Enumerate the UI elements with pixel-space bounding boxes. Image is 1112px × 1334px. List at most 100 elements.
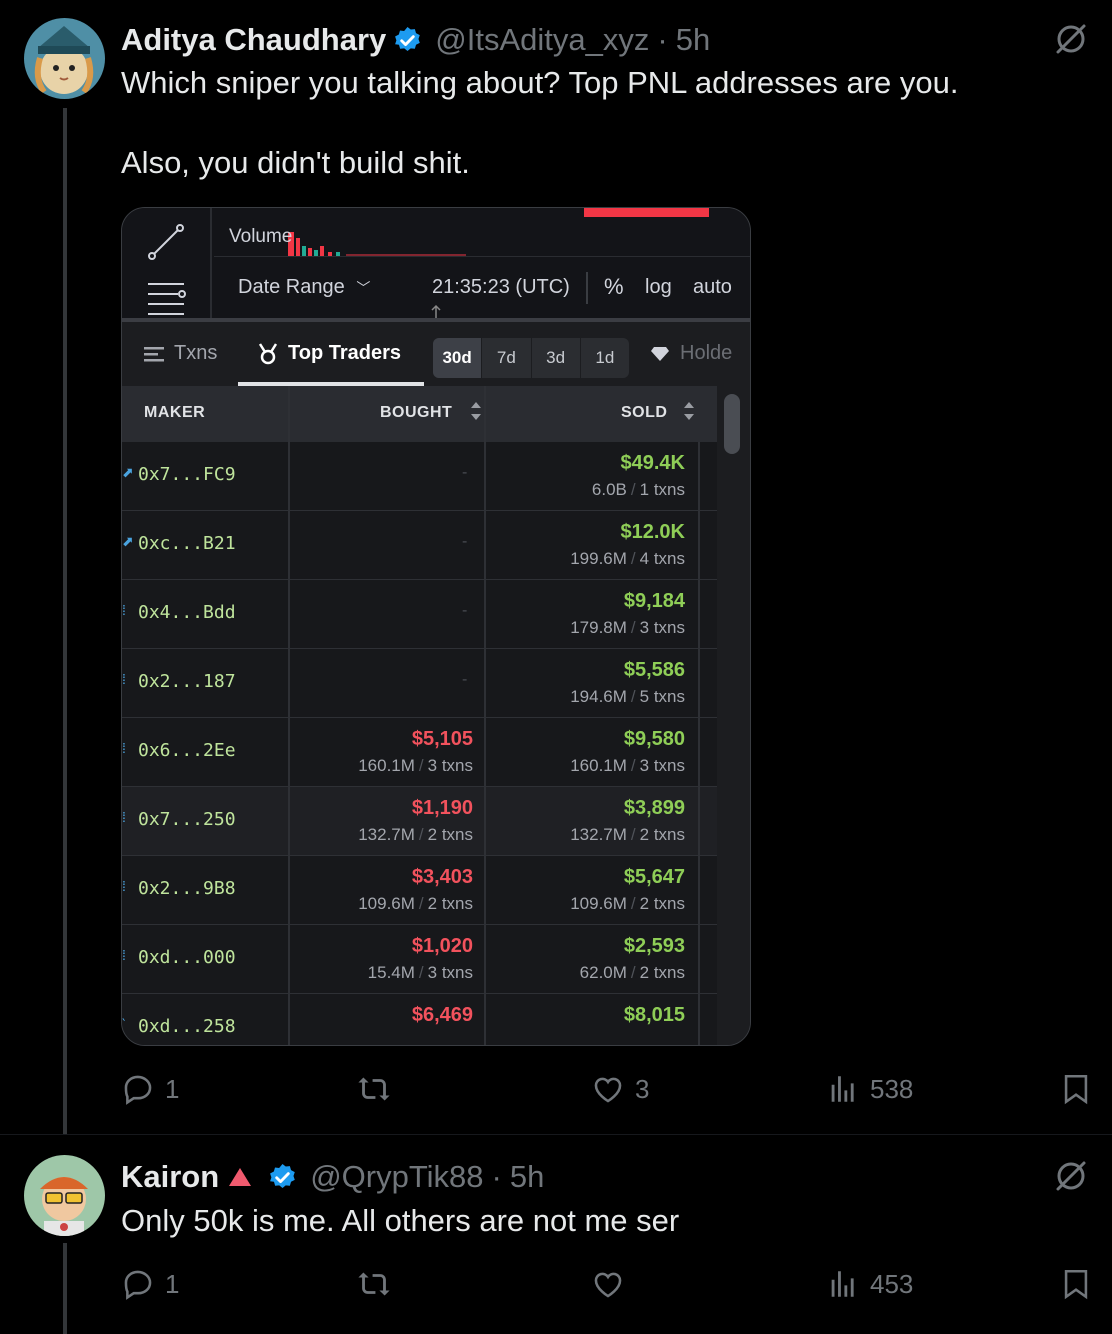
scroll-track[interactable] [717,386,750,1045]
views-icon [831,1076,854,1102]
maker-address[interactable]: 0x7...FC9 [138,464,236,485]
sold-txns: 3 txns [639,618,685,637]
auto-toggle[interactable]: auto [693,276,732,299]
drawing-toolbar [122,208,212,318]
column-divider [698,994,700,1045]
wallet-tag-icon: ⁞ [122,947,126,963]
column-divider [288,511,290,579]
table-row[interactable]: ⁞ 0x2...9B8 $3,403 109.6M/2 txns $5,647 109.6… [122,856,717,925]
views-button[interactable]: 453 [826,1267,913,1301]
tweet-actions: 1 3 538 [121,1072,1091,1112]
maker-address[interactable]: 0x2...9B8 [138,878,236,899]
tweet-time[interactable]: 5h [676,22,710,58]
sold-txns: 2 txns [639,894,685,913]
table-row[interactable]: ⁞ 0xd...000 $1,020 15.4M/3 txns $2,593 62.0M /… [122,925,717,994]
maker-address[interactable]: 0x6...2Ee [138,740,236,761]
table-row[interactable]: ⁞ 0x6...2Ee $5,105 160.1M/3 txns $9,580 160.1… [122,718,717,787]
tweet-text-line-2: Also, you didn't build shit. [121,145,470,180]
header-sold[interactable]: SOLD [621,404,667,422]
period-3d[interactable]: 3d [532,338,581,378]
table-row[interactable]: ⁞ 0x7...250 $1,190 132.7M/2 txns $3,899 132.7… [122,787,717,856]
sold-txns: 5 txns [639,687,685,706]
slash: / [418,756,424,775]
sort-icon[interactable] [682,400,696,422]
period-1d[interactable]: 1d [581,338,629,378]
tab-holders[interactable]: Holde [650,342,732,365]
reply-count: 1 [165,1073,180,1104]
author-handle[interactable]: @QrypTik88 [310,1159,483,1195]
bookmark-icon [1064,1074,1088,1105]
maker-address[interactable]: 0xc...B21 [138,533,236,554]
sort-icon[interactable] [469,400,483,422]
maker-address[interactable]: 0x2...187 [138,671,236,692]
slash: / [630,894,636,913]
log-toggle[interactable]: log [645,276,672,299]
sold-detail: 6.0B/1 txns [592,480,685,500]
bought-amount: $6,469 [411,1004,473,1026]
bought-tokens: 160.1M [358,756,415,775]
avatar-aditya[interactable] [24,18,105,99]
tab-txns[interactable]: Txns [144,342,217,365]
period-30d[interactable]: 30d [433,338,483,378]
table-row[interactable]: ⁞ 0x2...187 - $5,586 194.6M/5 txns [122,649,717,718]
period-selector: 30d 7d 3d 1d [433,338,629,378]
author-handle[interactable]: @ItsAditya_xyz [435,22,649,58]
tweet-media-image[interactable]: Volume Date Range ﹀ 21:35:23 (UTC) % log… [121,207,751,1046]
column-divider [698,580,700,648]
tweet-1[interactable]: Aditya Chaudhary @ItsAditya_xyz · 5h Whi… [0,0,1112,1134]
column-divider [484,925,486,993]
sold-tokens: 6.0B [591,480,627,499]
header-bought[interactable]: BOUGHT [380,404,452,422]
avatar-kairon[interactable] [24,1155,105,1236]
grok-icon[interactable] [1054,22,1088,56]
sold-amount: $5,586 [623,659,685,681]
like-button[interactable]: 3 [591,1072,649,1106]
grok-icon[interactable] [1054,1159,1088,1193]
maker-address[interactable]: 0xd...258 [138,1016,236,1037]
column-divider [698,511,700,579]
tweet-time[interactable]: 5h [510,1159,544,1195]
slash: / [418,894,424,913]
repost-button[interactable] [357,1267,391,1301]
scrollbar-thumb[interactable] [724,394,740,454]
bought-txns: 2 txns [427,894,473,913]
reply-count: 1 [165,1268,180,1299]
author-name[interactable]: Aditya Chaudhary [121,22,386,58]
table-row[interactable]: ‵ 0xd...258 $6,469 $8,015 [122,994,717,1045]
column-divider [288,718,290,786]
reply-button[interactable]: 1 [121,1267,179,1301]
empty-dash: - [462,602,468,619]
period-7d[interactable]: 7d [482,338,532,378]
volume-label: Volume [229,226,293,247]
bought-amount: $3,403 [411,866,473,888]
date-range-dropdown[interactable]: Date Range ﹀ [238,276,370,299]
maker-address[interactable]: 0x4...Bdd [138,602,236,623]
sold-amount: $9,184 [623,590,685,612]
like-button[interactable] [591,1267,625,1301]
tweet-2[interactable]: Kairon @QrypTik88 · 5h Only 50k is me. A… [0,1134,1112,1334]
fib-lines-icon[interactable] [144,278,188,318]
author-name[interactable]: Kairon [121,1159,219,1195]
views-button[interactable]: 538 [826,1072,913,1106]
table-row[interactable]: ⬈ 0xc...B21 - $12.0K 199.6M/4 txns [122,511,717,580]
sold-tokens: 132.7M [570,825,627,844]
maker-address[interactable]: 0x7...250 [138,809,236,830]
like-icon [594,1077,622,1103]
volume-bars [288,232,466,256]
table-row[interactable]: ⬈ 0x7...FC9 - $49.4K 6.0B/1 txns [122,442,717,511]
reply-button[interactable]: 1 [121,1072,179,1106]
tweet-actions: 1 453 [121,1267,1091,1307]
percent-toggle[interactable]: % [604,274,624,300]
maker-address[interactable]: 0xd...000 [138,947,236,968]
bought-tokens: 132.7M [358,825,415,844]
sold-detail: 160.1M/3 txns [570,756,685,776]
column-divider [484,856,486,924]
bookmark-button[interactable] [1059,1267,1093,1301]
slash: / [630,687,636,706]
bookmark-button[interactable] [1059,1072,1093,1106]
repost-button[interactable] [357,1072,391,1106]
toolbar-separator [586,272,588,304]
trendline-icon[interactable] [144,220,188,264]
table-row[interactable]: ⁞ 0x4...Bdd - $9,184 179.8M/3 txns [122,580,717,649]
tab-top-traders[interactable]: Top Traders [258,342,401,365]
